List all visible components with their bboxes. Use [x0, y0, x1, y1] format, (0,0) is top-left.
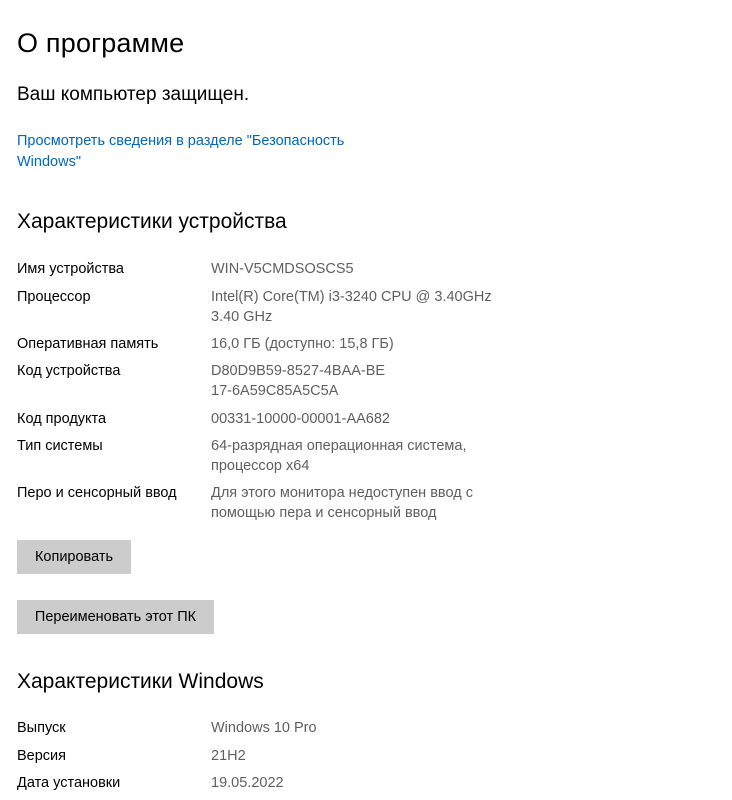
rename-pc-button[interactable]: Переименовать этот ПК	[17, 600, 214, 634]
spec-value: 00331-10000-00001-AA682	[211, 411, 390, 427]
spec-label: Перо и сенсорный ввод	[17, 485, 177, 501]
spec-value: WIN-V5CMDSOSCS5	[211, 261, 354, 277]
spec-label: Оперативная память	[17, 336, 159, 352]
spec-label: Код продукта	[17, 411, 107, 427]
protection-status: Ваш компьютер защищен.	[17, 84, 250, 105]
spec-value: Windows 10 Pro	[211, 720, 317, 736]
spec-value: 64-разрядная операционная система, проце…	[211, 438, 467, 474]
page-title: О программе	[17, 28, 185, 58]
copy-button[interactable]: Копировать	[17, 540, 131, 574]
spec-value: Для этого монитора недоступен ввод с пом…	[211, 485, 473, 521]
windows-security-link[interactable]: Просмотреть сведения в разделе "Безопасн…	[17, 131, 377, 173]
spec-label: Дата установки	[17, 775, 121, 791]
spec-label: Версия	[17, 748, 67, 764]
spec-label: Процессор	[17, 289, 91, 305]
spec-value: 21H2	[211, 748, 246, 764]
spec-label: Имя устройства	[17, 261, 124, 277]
windows-specs-heading: Характеристики Windows	[17, 670, 264, 693]
spec-label: Тип системы	[17, 438, 103, 454]
spec-label: Выпуск	[17, 720, 66, 736]
device-specs-heading: Характеристики устройства	[17, 210, 287, 233]
spec-label: Код устройства	[17, 363, 121, 379]
spec-value: 19.05.2022	[211, 775, 284, 791]
spec-value: D80D9B59-8527-4BAA-BE17-6A59C85A5C5A	[211, 363, 386, 399]
spec-value: Intel(R) Core(TM) i3-3240 CPU @ 3.40GHz …	[211, 289, 492, 325]
about-page: О программе Ваш компьютер защищен. Просм…	[0, 0, 732, 800]
spec-value: 16,0 ГБ (доступно: 15,8 ГБ)	[211, 336, 394, 352]
